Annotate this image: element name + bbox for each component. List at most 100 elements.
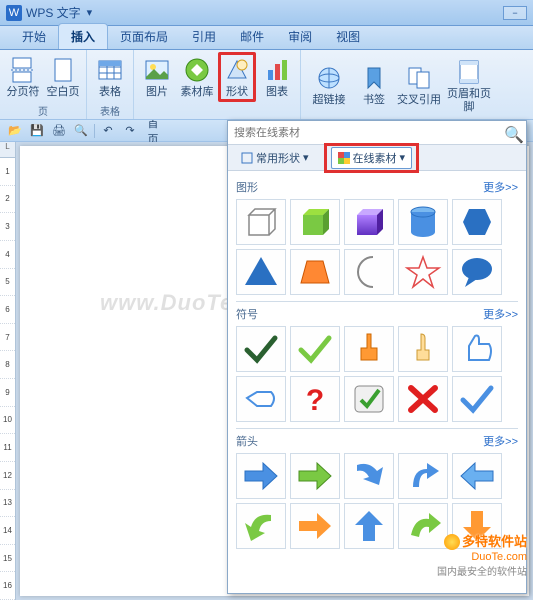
section-head-arrows: 箭头 更多>> — [236, 428, 518, 453]
section-head-symbols: 符号 更多>> — [236, 301, 518, 326]
ruler-tick: 11 — [0, 434, 15, 462]
arrow-orange-down[interactable] — [452, 503, 502, 549]
tab-home[interactable]: 开始 — [10, 24, 58, 49]
app-title: WPS 文字 — [26, 4, 81, 21]
shapes-button[interactable]: 形状 — [218, 52, 256, 102]
chart-icon — [263, 56, 291, 84]
shape-trapezoid[interactable] — [290, 249, 340, 295]
more-link[interactable]: 更多>> — [483, 179, 518, 195]
tab-references[interactable]: 引用 — [180, 24, 228, 49]
tab-page-layout[interactable]: 页面布局 — [108, 24, 180, 49]
shape-star[interactable] — [398, 249, 448, 295]
picture-button[interactable]: 图片 — [138, 52, 176, 102]
blank-page-icon — [49, 56, 77, 84]
shape-triangle[interactable] — [236, 249, 286, 295]
arrow-up-3d[interactable] — [344, 503, 394, 549]
bookmark-button[interactable]: 书签 — [355, 61, 393, 111]
tab-review[interactable]: 审阅 — [276, 24, 324, 49]
arrow-orange[interactable] — [290, 503, 340, 549]
panel-tabs: 常用形状 ▾ 在线素材 ▾ — [228, 145, 526, 171]
ruler-tick: 4 — [0, 241, 15, 269]
redo-icon[interactable]: ↷ — [121, 123, 139, 139]
vertical-ruler: L 1 2 3 4 5 6 7 8 9 10 11 12 13 14 15 16 — [0, 142, 16, 600]
hyperlink-button[interactable]: 超链接 — [305, 61, 353, 111]
title-dropdown-icon[interactable]: ▾ — [87, 6, 93, 19]
ruler-tick: 12 — [0, 462, 15, 490]
arrow-curve-green[interactable] — [236, 503, 286, 549]
save-icon[interactable]: 💾 — [28, 123, 46, 139]
group-label-page: 页 — [38, 102, 48, 119]
arrow-right-green[interactable] — [290, 453, 340, 499]
arrows-grid — [236, 453, 518, 549]
ruler-tick: 1 — [0, 158, 15, 186]
arrow-up-bend[interactable] — [398, 453, 448, 499]
home-button[interactable]: 首页 — [143, 123, 161, 139]
shape-purple-cube[interactable] — [344, 199, 394, 245]
shape-speech-bubble[interactable] — [452, 249, 502, 295]
section-title: 符号 — [236, 306, 258, 322]
table-button[interactable]: 表格 — [91, 52, 129, 102]
tab-common-shapes[interactable]: 常用形状 ▾ — [234, 147, 316, 169]
shape-moon[interactable] — [344, 249, 394, 295]
more-link[interactable]: 更多>> — [483, 433, 518, 449]
header-footer-button[interactable]: 页眉和页脚 — [445, 61, 493, 111]
symbol-hand-up[interactable] — [344, 326, 394, 372]
picture-icon — [143, 56, 171, 84]
symbol-x-red[interactable] — [398, 376, 448, 422]
chart-button[interactable]: 图表 — [258, 52, 296, 102]
ruler-tick: 15 — [0, 545, 15, 573]
undo-icon[interactable]: ↶ — [99, 123, 117, 139]
group-label-table: 表格 — [100, 102, 120, 119]
symbol-check-box[interactable] — [344, 376, 394, 422]
tab-insert[interactable]: 插入 — [58, 23, 108, 49]
ruler-corner: L — [0, 142, 15, 158]
arrow-curve-down[interactable] — [344, 453, 394, 499]
header-footer-icon — [455, 58, 483, 86]
symbol-finger-point[interactable] — [398, 326, 448, 372]
shape-cuboid[interactable] — [236, 199, 286, 245]
symbol-check-blue[interactable] — [452, 376, 502, 422]
arrow-green-bend[interactable] — [398, 503, 448, 549]
ruler-tick: 5 — [0, 269, 15, 297]
arrow-right-blue[interactable] — [236, 453, 286, 499]
shapes-grid — [236, 199, 518, 295]
cross-reference-button[interactable]: 交叉引用 — [395, 61, 443, 111]
ruler-tick: 2 — [0, 186, 15, 214]
search-input[interactable] — [234, 127, 504, 139]
symbol-thumbs-up[interactable] — [452, 326, 502, 372]
shape-hexagon[interactable] — [452, 199, 502, 245]
tab-online-material[interactable]: 在线素材 ▾ — [331, 147, 413, 169]
ruler-tick: 14 — [0, 517, 15, 545]
symbol-question[interactable]: ? — [290, 376, 340, 422]
shape-green-cube[interactable] — [290, 199, 340, 245]
tab-view[interactable]: 视图 — [324, 24, 372, 49]
search-bar: 🔍 — [228, 121, 526, 145]
search-icon[interactable]: 🔍 — [504, 125, 520, 141]
arrow-left-3d[interactable] — [452, 453, 502, 499]
online-material-icon — [338, 152, 350, 164]
ruler-tick: 10 — [0, 407, 15, 435]
tab-mail[interactable]: 邮件 — [228, 24, 276, 49]
ruler-tick: 7 — [0, 324, 15, 352]
symbol-check-green[interactable] — [290, 326, 340, 372]
minimize-button[interactable]: − — [503, 6, 527, 20]
open-icon[interactable]: 📂 — [6, 123, 24, 139]
section-title: 箭头 — [236, 433, 258, 449]
symbol-check-dark[interactable] — [236, 326, 286, 372]
common-shapes-icon — [241, 152, 253, 164]
print-icon[interactable]: 🖨 — [50, 123, 68, 139]
page-break-button[interactable]: 分页符 — [4, 52, 42, 102]
panel-body: 图形 更多>> 符号 更多>> ? — [228, 171, 526, 593]
preview-icon[interactable]: 🔍 — [72, 123, 90, 139]
ruler-tick: 3 — [0, 213, 15, 241]
online-material-highlight: 在线素材 ▾ — [324, 143, 420, 173]
ribbon-group-table: 表格 表格 — [87, 50, 134, 119]
shape-blue-cylinder[interactable] — [398, 199, 448, 245]
wps-logo-icon: W — [6, 5, 22, 21]
symbol-hand-left[interactable] — [236, 376, 286, 422]
ruler-tick: 6 — [0, 296, 15, 324]
more-link[interactable]: 更多>> — [483, 306, 518, 322]
blank-page-button[interactable]: 空白页 — [44, 52, 82, 102]
material-icon — [183, 56, 211, 84]
material-button[interactable]: 素材库 — [178, 52, 216, 102]
